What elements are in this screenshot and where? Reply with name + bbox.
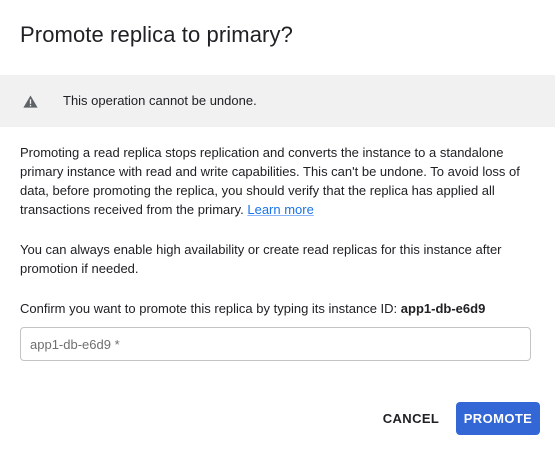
description-paragraph: Promoting a read replica stops replicati… [20,143,535,219]
promote-button[interactable]: PROMOTE [456,402,540,435]
warning-icon [23,95,38,108]
cancel-button[interactable]: CANCEL [376,402,446,435]
instance-id-field[interactable] [20,327,531,361]
instance-id-input[interactable] [21,328,530,360]
dialog-title: Promote replica to primary? [20,22,293,47]
warning-banner: This operation cannot be undone. [0,75,555,127]
instance-id: app1-db-e6d9 [400,301,486,316]
learn-more-link[interactable]: Learn more [247,202,313,217]
warning-text: This operation cannot be undone. [63,93,257,108]
info-paragraph: You can always enable high availability … [20,242,502,276]
confirm-instruction: Confirm you want to promote this replica… [20,301,485,316]
confirm-prompt: Confirm you want to promote this replica… [20,301,398,316]
